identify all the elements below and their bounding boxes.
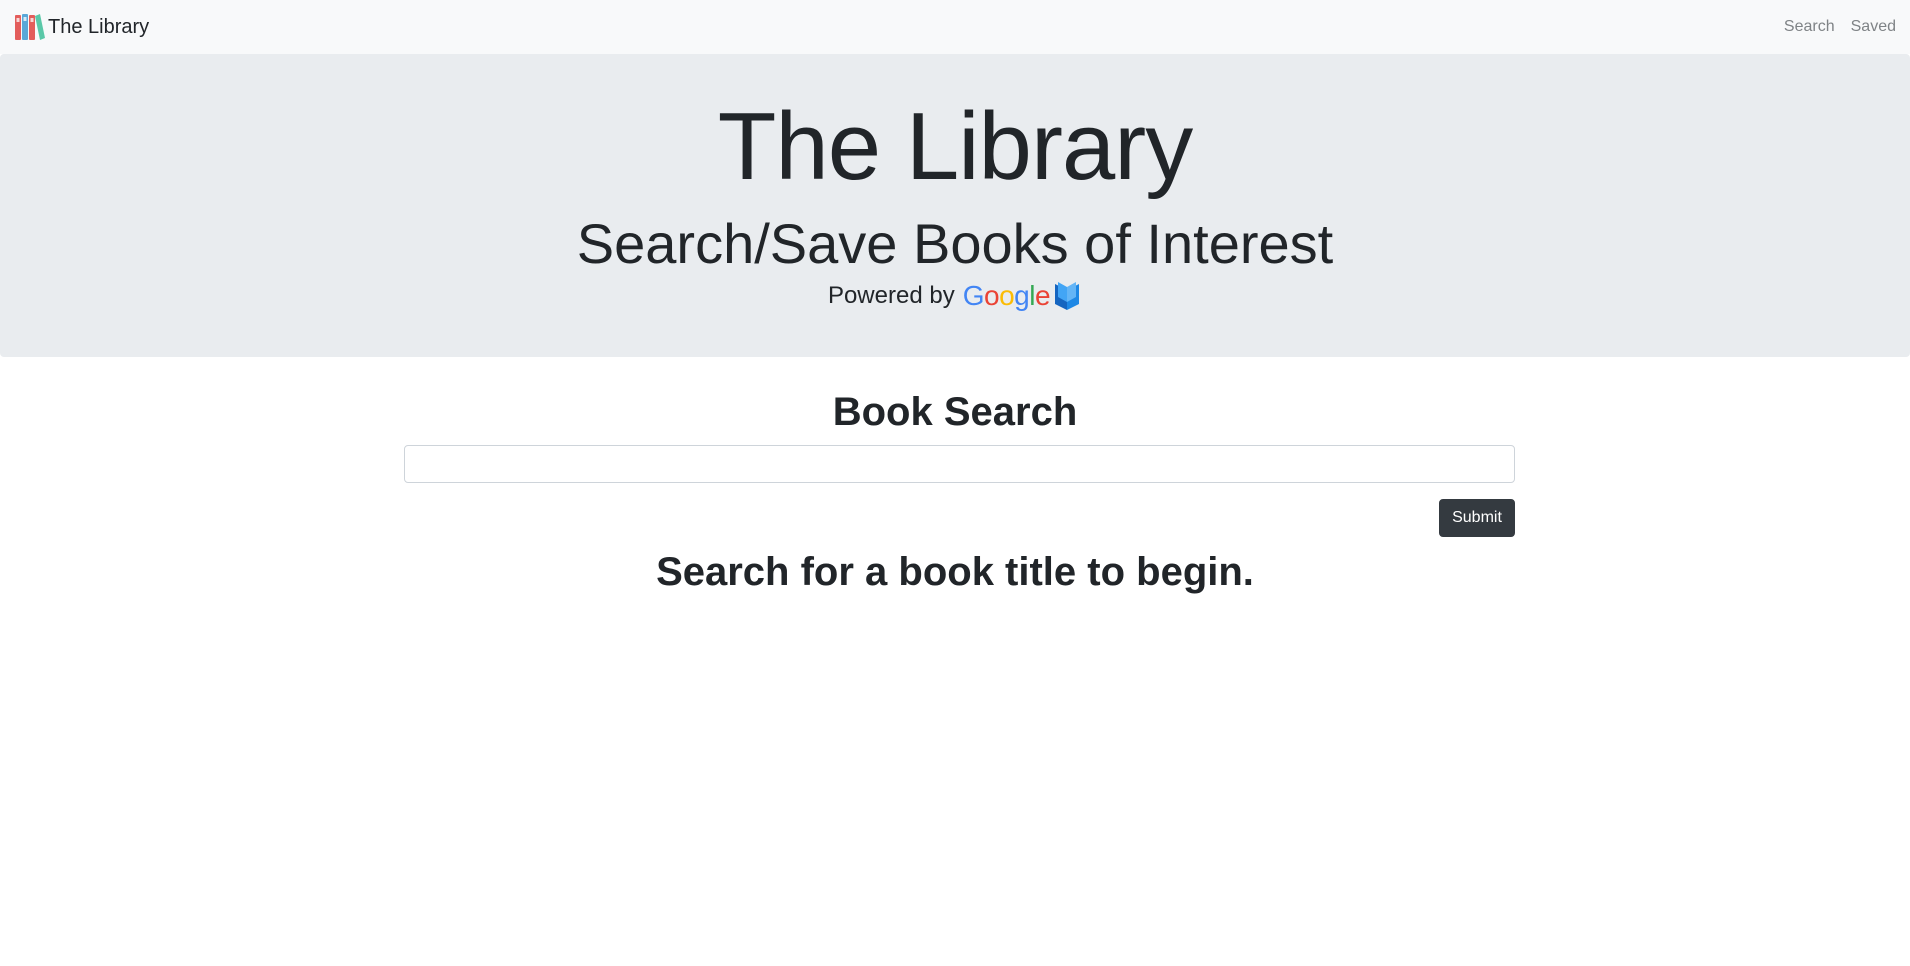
google-logo-letter: e [1034, 280, 1051, 311]
library-books-icon [14, 12, 46, 42]
google-logo-letter: o [983, 280, 1000, 311]
google-logo-letter: o [999, 280, 1015, 311]
brand-label: The Library [48, 15, 150, 38]
search-input[interactable] [404, 445, 1515, 483]
navbar: The Library Search Saved [0, 0, 1910, 54]
empty-results-message: Search for a book title to begin. [656, 550, 1254, 594]
nav-link-search[interactable]: Search [1784, 18, 1835, 36]
nav-links: Search Saved [1784, 18, 1896, 36]
page-subtitle: Search/Save Books of Interest [576, 212, 1334, 275]
page-title: The Library [717, 93, 1194, 200]
brand-link[interactable]: The Library [14, 12, 149, 42]
jumbotron: The Library Search/Save Books of Interes… [0, 54, 1910, 357]
google-logo: Google [962, 280, 1051, 312]
google-logo-letter: g [1014, 280, 1030, 311]
powered-by-text: Powered by [827, 282, 955, 309]
google-logo-letter: G [962, 280, 985, 311]
nav-link-saved[interactable]: Saved [1851, 18, 1896, 36]
powered-by: Powered by Google [0, 280, 1910, 312]
submit-button[interactable]: Submit [1439, 499, 1515, 537]
google-books-icon [1052, 280, 1082, 312]
book-search-heading: Book Search [832, 390, 1078, 434]
